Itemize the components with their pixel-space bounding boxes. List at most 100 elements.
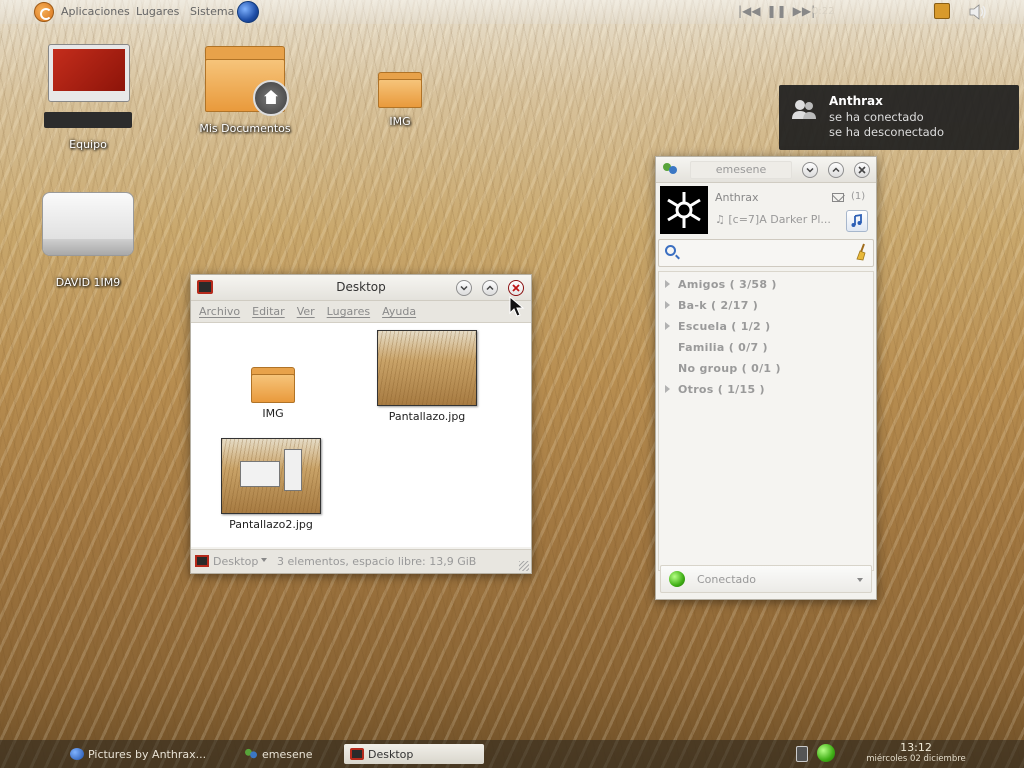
file-name: Pantallazo2.jpg	[229, 518, 313, 531]
music-button[interactable]	[846, 210, 868, 232]
title-bar[interactable]: Desktop	[191, 275, 531, 301]
menu-places[interactable]: Lugares	[136, 5, 179, 18]
contact-group[interactable]: Amigos ( 3/58 )	[665, 278, 777, 291]
notification-line: se ha desconectado	[829, 125, 945, 139]
close-button[interactable]	[508, 280, 524, 296]
desktop-icon-img[interactable]: IMG	[350, 72, 450, 128]
clear-search-icon[interactable]	[855, 243, 869, 261]
image-thumbnail	[377, 330, 477, 406]
tray-device-icon[interactable]	[796, 746, 808, 762]
emesene-status-tray-icon[interactable]	[817, 744, 835, 762]
mail-count: (1)	[851, 191, 866, 202]
contact-list[interactable]: Amigos ( 3/58 ) Ba-k ( 2/17 ) Escuela ( 1/…	[658, 271, 874, 571]
file-name: Pantallazo.jpg	[388, 410, 466, 423]
contact-group[interactable]: No group ( 0/1 )	[665, 362, 781, 375]
web-browser-icon[interactable]	[237, 1, 259, 23]
file-name: IMG	[262, 407, 284, 420]
image-thumbnail	[221, 438, 321, 514]
media-controls: |◀◀ ❚❚ ▶▶|	[738, 4, 815, 18]
desktop-icon-label: Mis Documentos	[199, 122, 291, 135]
web-browser-icon	[70, 748, 84, 760]
title-bar[interactable]: emesene	[656, 157, 876, 183]
search-icon	[665, 245, 676, 256]
clock[interactable]: 13:12 miércoles 02 diciembre	[862, 741, 970, 764]
status-text: 3 elementos, espacio libre: 13,9 GiB	[277, 555, 477, 568]
minimize-button[interactable]	[802, 162, 818, 178]
volume-icon[interactable]	[968, 3, 988, 21]
clock-time: 13:12	[900, 741, 932, 754]
group-label: Familia ( 0/7 )	[678, 341, 768, 354]
expand-arrow-icon[interactable]	[665, 322, 670, 330]
personal-message[interactable]: ♫ [c=7]A Darker Pl...	[715, 213, 831, 226]
expand-arrow-icon[interactable]	[665, 301, 670, 309]
mouse-pointer-icon	[509, 296, 525, 317]
task-label: Pictures by Anthrax...	[88, 747, 207, 761]
resize-grip[interactable]	[519, 561, 529, 571]
home-folder-icon	[205, 46, 289, 116]
desktop-icon-computer[interactable]: Equipo	[38, 44, 138, 151]
ubuntu-logo-icon[interactable]	[34, 2, 54, 22]
search-input[interactable]	[683, 244, 843, 262]
menu-help[interactable]: Ayuda	[382, 305, 416, 318]
menu-system[interactable]: Sistema	[190, 5, 234, 18]
task-pictures[interactable]: Pictures by Anthrax...	[64, 744, 234, 764]
window-title: Desktop	[336, 280, 386, 294]
emesene-icon	[663, 163, 677, 174]
desktop-icon-label: IMG	[389, 115, 411, 128]
user-nick[interactable]: Anthrax	[715, 191, 759, 204]
file-manager-icon	[350, 748, 364, 760]
drive-icon	[42, 192, 134, 256]
file-view[interactable]: IMG Pantallazo.jpg Pantallazo2.jpg	[191, 323, 531, 547]
folder-icon	[251, 367, 295, 403]
expand-arrow-icon[interactable]	[665, 385, 670, 393]
media-time: 0:22	[812, 6, 835, 17]
contact-group[interactable]: Otros ( 1/15 )	[665, 383, 765, 396]
clock-date: miércoles 02 diciembre	[866, 754, 966, 764]
notification-title: Anthrax	[829, 94, 883, 108]
group-label: No group ( 0/1 )	[678, 362, 781, 375]
task-emesene[interactable]: emesene	[238, 744, 338, 764]
pause-icon[interactable]: ❚❚	[767, 4, 787, 18]
desktop-icon-documents[interactable]: Mis Documentos	[195, 46, 295, 135]
menu-applications[interactable]: Aplicaciones	[61, 5, 130, 18]
emesene-icon	[245, 748, 257, 759]
user-avatar[interactable]	[660, 186, 708, 234]
file-item-img[interactable]: IMG	[243, 367, 303, 420]
status-selector[interactable]: Conectado	[660, 565, 872, 593]
file-item-pantallazo2[interactable]: Pantallazo2.jpg	[221, 438, 321, 531]
previous-track-icon[interactable]: |◀◀	[738, 4, 761, 18]
chevron-down-icon[interactable]	[261, 558, 267, 562]
notification-line: se ha conectado	[829, 110, 924, 124]
menu-edit[interactable]: Editar	[252, 305, 285, 318]
minimize-button[interactable]	[456, 280, 472, 296]
contact-group[interactable]: Escuela ( 1/2 )	[665, 320, 770, 333]
expand-arrow-icon[interactable]	[665, 280, 670, 288]
menu-places[interactable]: Lugares	[327, 305, 370, 318]
menu-bar: Archivo Editar Ver Lugares Ayuda	[191, 301, 531, 323]
contact-group[interactable]: Familia ( 0/7 )	[665, 341, 768, 354]
desktop-icon-drive[interactable]: DAVID 1IM9	[38, 192, 138, 289]
close-button[interactable]	[854, 162, 870, 178]
mail-icon[interactable]	[832, 193, 844, 202]
menu-view[interactable]: Ver	[297, 305, 315, 318]
menu-file[interactable]: Archivo	[199, 305, 240, 318]
emesene-window: emesene Anthrax (1) ♫ [c=7]A Darker Pl..…	[655, 156, 877, 600]
desktop-icon-label: DAVID 1IM9	[55, 276, 121, 289]
computer-icon	[44, 44, 132, 130]
profile-panel: Anthrax (1) ♫ [c=7]A Darker Pl...	[656, 183, 876, 235]
folder-icon	[378, 72, 422, 108]
group-label: Escuela ( 1/2 )	[678, 320, 771, 333]
file-item-pantallazo[interactable]: Pantallazo.jpg	[377, 330, 477, 423]
notification-popup[interactable]: Anthrax se ha conectado se ha desconecta…	[779, 85, 1019, 150]
task-desktop[interactable]: Desktop	[344, 744, 484, 764]
online-status-icon	[669, 571, 685, 587]
group-label: Amigos ( 3/58 )	[678, 278, 777, 291]
location-dropdown[interactable]: Desktop	[213, 555, 258, 568]
notes-tray-icon[interactable]	[934, 3, 950, 19]
maximize-button[interactable]	[828, 162, 844, 178]
contact-group[interactable]: Ba-k ( 2/17 )	[665, 299, 758, 312]
group-label: Ba-k ( 2/17 )	[678, 299, 759, 312]
chevron-down-icon	[857, 578, 863, 582]
maximize-button[interactable]	[482, 280, 498, 296]
desktop-icon-label: Equipo	[69, 138, 107, 151]
